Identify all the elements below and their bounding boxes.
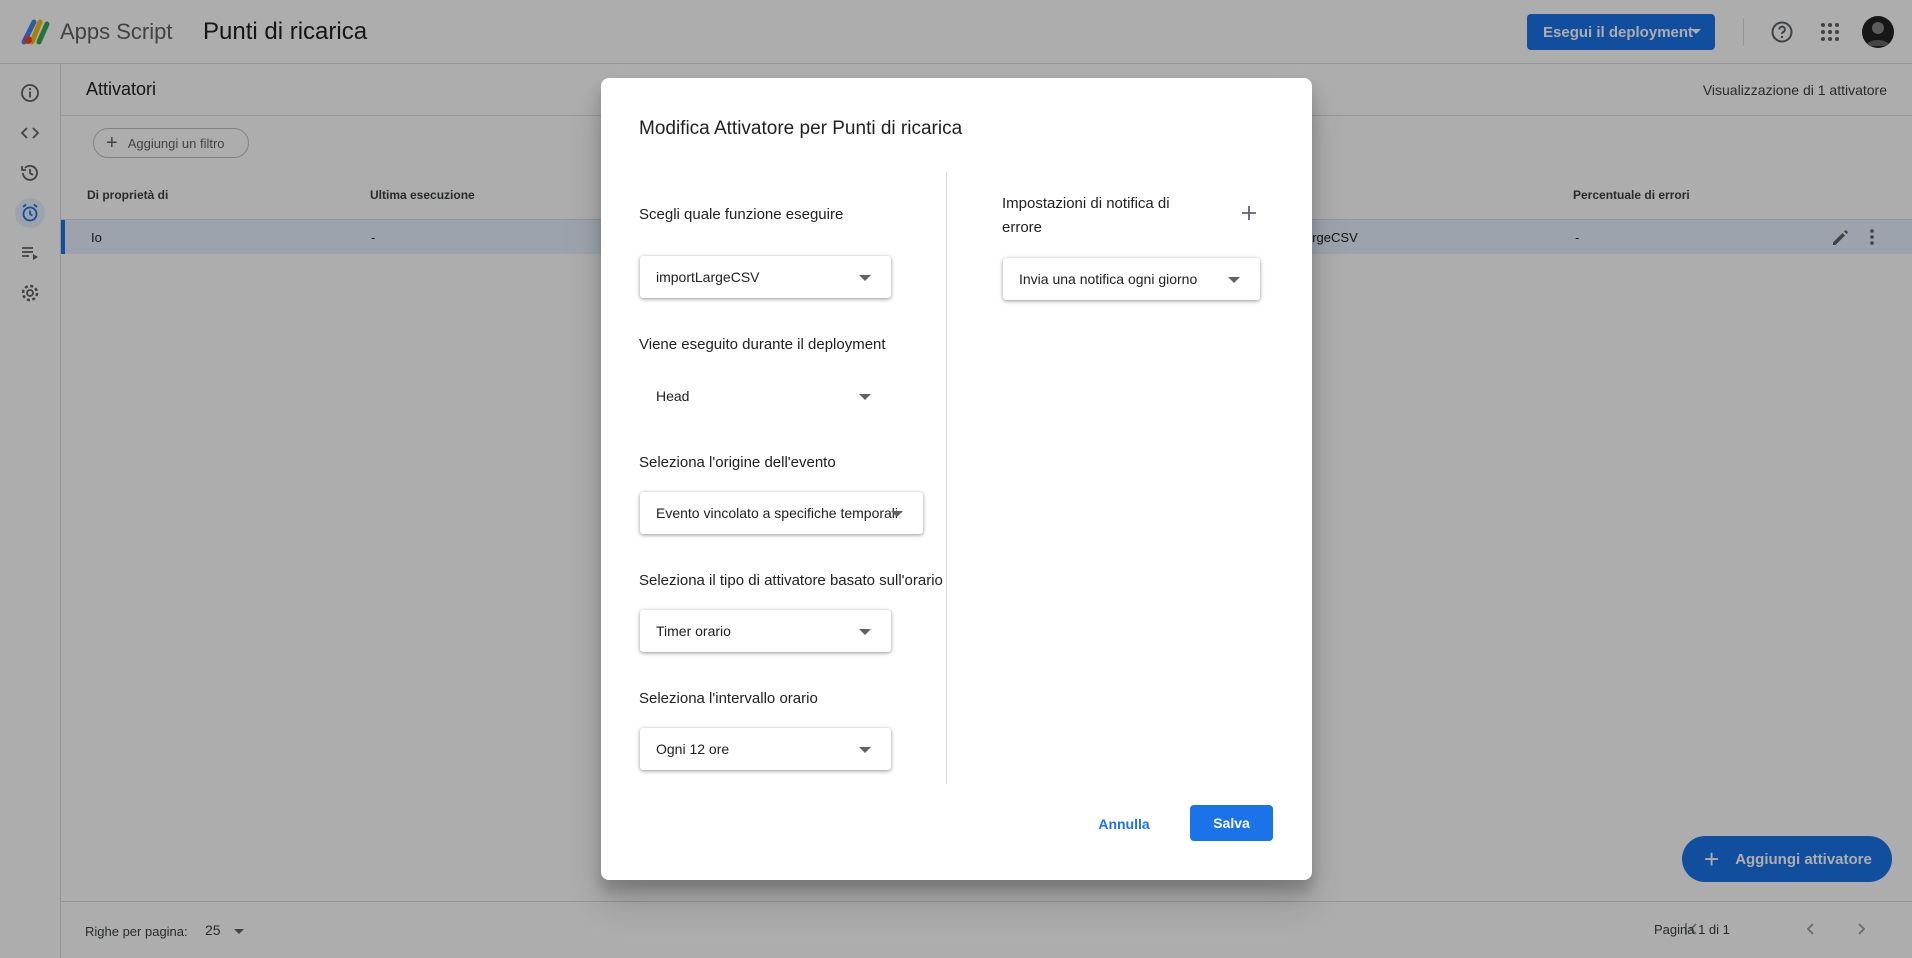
- timer-type-select[interactable]: Timer orario: [640, 610, 891, 652]
- save-button[interactable]: Salva: [1190, 805, 1273, 841]
- function-select[interactable]: importLargeCSV: [640, 256, 891, 298]
- chevron-down-icon: [1228, 277, 1240, 283]
- deployment-select[interactable]: Head: [640, 375, 891, 417]
- chevron-down-icon: [859, 629, 871, 635]
- function-select-value: importLargeCSV: [656, 269, 760, 285]
- chevron-down-icon: [859, 394, 871, 400]
- interval-label: Seleziona l'intervallo orario: [639, 690, 818, 707]
- chevron-down-icon: [891, 511, 903, 517]
- timer-type-label: Seleziona il tipo di attivatore basato s…: [639, 572, 943, 589]
- error-notification-select[interactable]: Invia una notifica ogni giorno: [1003, 258, 1260, 300]
- event-source-label: Seleziona l'origine dell'evento: [639, 454, 836, 471]
- event-source-select[interactable]: Evento vincolato a specifiche temporali: [640, 492, 923, 534]
- interval-select-value: Ogni 12 ore: [656, 741, 730, 757]
- timer-type-select-value: Timer orario: [656, 623, 731, 639]
- dialog-title: Modifica Attivatore per Punti di ricaric…: [639, 118, 963, 139]
- chevron-down-icon: [859, 275, 871, 281]
- chevron-down-icon: [859, 747, 871, 753]
- interval-select[interactable]: Ogni 12 ore: [640, 728, 891, 770]
- add-icon[interactable]: [1239, 203, 1259, 223]
- cancel-button[interactable]: Annulla: [1087, 806, 1161, 842]
- error-notification-label: Impostazioni di notifica di errore: [1002, 195, 1170, 236]
- edit-trigger-dialog: Modifica Attivatore per Punti di ricaric…: [601, 78, 1312, 880]
- error-notification-select-value: Invia una notifica ogni giorno: [1019, 271, 1198, 287]
- deployment-label: Viene eseguito durante il deployment: [639, 336, 886, 353]
- event-source-select-value: Evento vincolato a specifiche temporali: [656, 505, 899, 521]
- deployment-select-value: Head: [656, 388, 690, 404]
- column-divider: [946, 172, 947, 784]
- function-label: Scegli quale funzione eseguire: [639, 206, 844, 223]
